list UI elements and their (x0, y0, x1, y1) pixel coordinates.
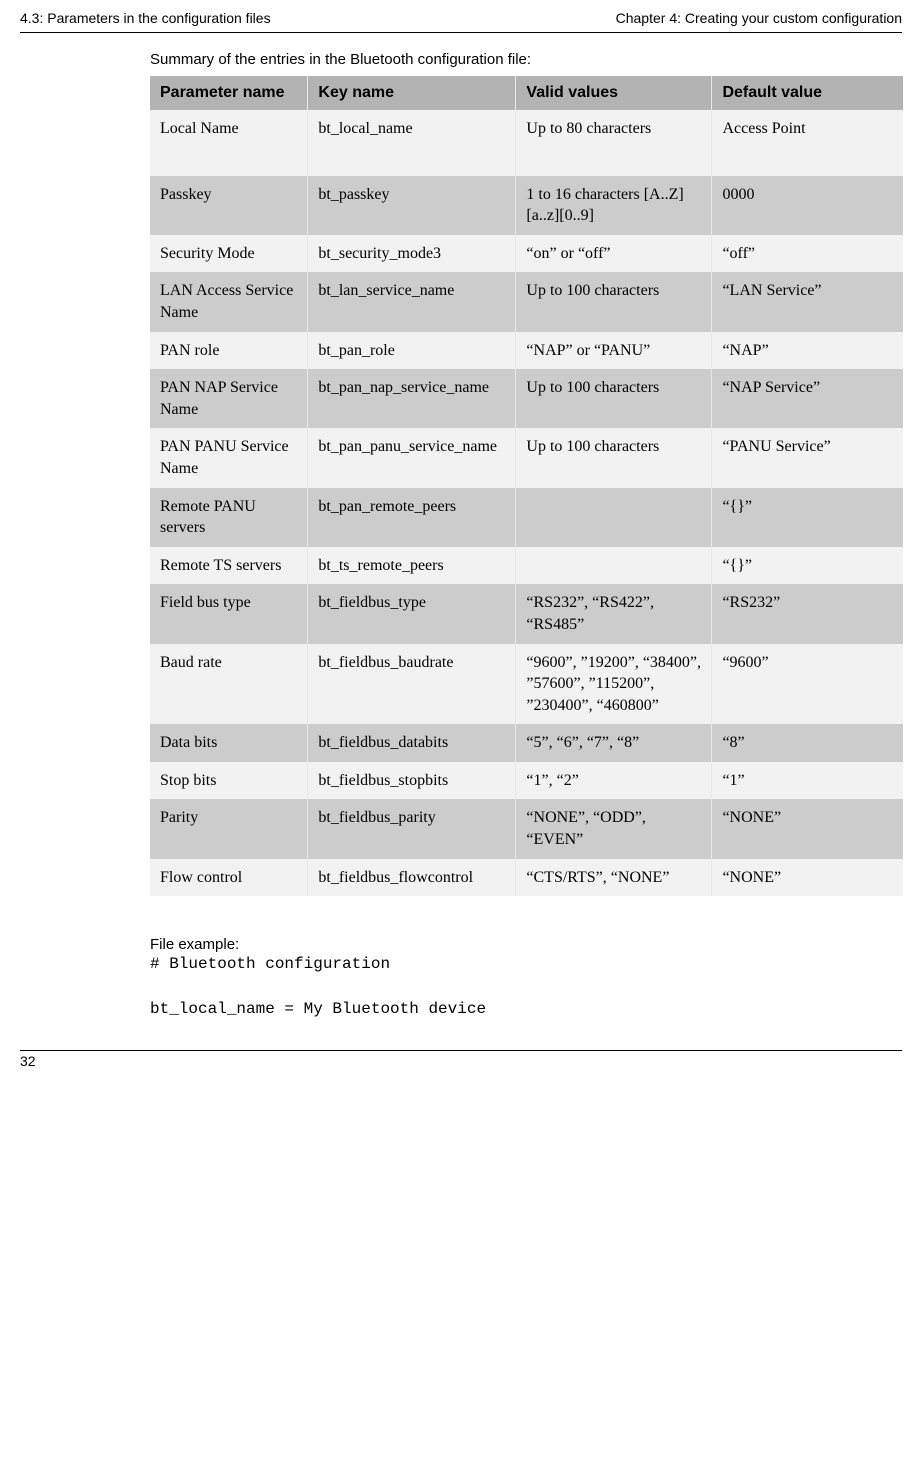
cell-parameter-name: Remote TS serv­ers (150, 547, 308, 585)
cell-key-name: bt_passkey (308, 176, 516, 235)
cell-parameter-name: PAN NAP Ser­vice Name (150, 369, 308, 428)
cell-parameter-name: PAN PANU Ser­vice Name (150, 428, 308, 487)
code-block: # Bluetooth configuration bt_local_name … (150, 953, 902, 1020)
cell-valid-values (516, 547, 712, 585)
cell-parameter-name: Local Name (150, 110, 308, 176)
cell-valid-values: “CTS/RTS”, “NONE” (516, 859, 712, 897)
cell-key-name: bt_ts_remote_peers (308, 547, 516, 585)
cell-key-name: bt_security_mode3 (308, 235, 516, 273)
cell-key-name: bt_pan_nap_service_​name (308, 369, 516, 428)
cell-default-value: “8” (712, 724, 903, 762)
table-row: PAN rolebt_pan_role“NAP” or “PANU”“NAP” (150, 332, 903, 370)
cell-valid-values: “5”, “6”, “7”, “8” (516, 724, 712, 762)
cell-parameter-name: Stop bits (150, 762, 308, 800)
cell-key-name: bt_pan_panu_service​_name (308, 428, 516, 487)
config-params-table: Parameter name Key name Valid values Def… (150, 76, 903, 896)
cell-key-name: bt_local_name (308, 110, 516, 176)
cell-parameter-name: PAN role (150, 332, 308, 370)
table-row: LAN Access Service Namebt_lan_service_na… (150, 272, 903, 331)
cell-parameter-name: Flow control (150, 859, 308, 897)
page-number: 32 (20, 1053, 36, 1069)
cell-default-value: “1” (712, 762, 903, 800)
cell-default-value: 0000 (712, 176, 903, 235)
cell-key-name: bt_fieldbus_parity (308, 799, 516, 858)
table-row: Data bitsbt_fieldbus_databits“5”, “6”, “… (150, 724, 903, 762)
cell-key-name: bt_pan_remote_peers (308, 488, 516, 547)
table-row: Paritybt_fieldbus_parity“NONE”, “ODD”, “… (150, 799, 903, 858)
summary-text: Summary of the entries in the Bluetooth … (150, 51, 902, 68)
table-row: PAN NAP Ser­vice Namebt_pan_nap_service_… (150, 369, 903, 428)
page-header: 4.3: Parameters in the configuration fil… (20, 10, 902, 33)
page-footer: 32 (20, 1050, 902, 1069)
cell-valid-values: “9600”, ”19200”, “38400”, ”57600”, ”1152… (516, 644, 712, 725)
column-header-parameter-name: Parameter name (150, 76, 308, 110)
cell-valid-values: Up to 100 charac­ters (516, 428, 712, 487)
table-row: Flow controlbt_fieldbus_flowcont​rol“CTS… (150, 859, 903, 897)
cell-default-value: “NONE” (712, 859, 903, 897)
cell-valid-values: “1”, “2” (516, 762, 712, 800)
cell-key-name: bt_lan_service_name (308, 272, 516, 331)
cell-key-name: bt_pan_role (308, 332, 516, 370)
cell-valid-values: “NAP” or “PANU” (516, 332, 712, 370)
cell-valid-values (516, 488, 712, 547)
cell-key-name: bt_fieldbus_baudrate (308, 644, 516, 725)
table-row: Baud ratebt_fieldbus_baudrate“9600”, ”19… (150, 644, 903, 725)
cell-parameter-name: Field bus type (150, 584, 308, 643)
cell-parameter-name: Baud rate (150, 644, 308, 725)
cell-valid-values: “NONE”, “ODD”, “EVEN” (516, 799, 712, 858)
cell-key-name: bt_fieldbus_type (308, 584, 516, 643)
table-row: Passkeybt_passkey1 to 16 characters [A..… (150, 176, 903, 235)
header-left: 4.3: Parameters in the configuration fil… (20, 10, 271, 26)
cell-default-value: “NAP Service” (712, 369, 903, 428)
cell-parameter-name: Passkey (150, 176, 308, 235)
table-row: PAN PANU Ser­vice Namebt_pan_panu_servic… (150, 428, 903, 487)
cell-default-value: “LAN Service” (712, 272, 903, 331)
cell-default-value: “{}” (712, 547, 903, 585)
cell-valid-values: “on” or “off” (516, 235, 712, 273)
table-row: Security Modebt_security_mode3“on” or “o… (150, 235, 903, 273)
column-header-valid-values: Valid values (516, 76, 712, 110)
table-row: Field bus typebt_fieldbus_type“RS232”, “… (150, 584, 903, 643)
cell-parameter-name: Security Mode (150, 235, 308, 273)
cell-key-name: bt_fieldbus_flowcont​rol (308, 859, 516, 897)
cell-parameter-name: Data bits (150, 724, 308, 762)
cell-default-value: Access Point (712, 110, 903, 176)
cell-key-name: bt_fieldbus_databits (308, 724, 516, 762)
cell-valid-values: Up to 100 charac­ters (516, 369, 712, 428)
cell-valid-values: Up to 100 charac­ters (516, 272, 712, 331)
table-row: Remote TS serv­ersbt_ts_remote_peers “{}” (150, 547, 903, 585)
cell-parameter-name: LAN Access Service Name (150, 272, 308, 331)
cell-parameter-name: Parity (150, 799, 308, 858)
cell-default-value: “off” (712, 235, 903, 273)
cell-valid-values: “RS232”, “RS422”, “RS485” (516, 584, 712, 643)
column-header-default-value: Default value (712, 76, 903, 110)
table-row: Remote PANU serversbt_pan_remote_peers “{… (150, 488, 903, 547)
cell-default-value: “NONE” (712, 799, 903, 858)
cell-default-value: “NAP” (712, 332, 903, 370)
cell-default-value: “RS232” (712, 584, 903, 643)
table-header-row: Parameter name Key name Valid values Def… (150, 76, 903, 110)
column-header-key-name: Key name (308, 76, 516, 110)
header-right: Chapter 4: Creating your custom configur… (616, 10, 902, 26)
cell-valid-values: Up to 80 characters (516, 110, 712, 176)
cell-key-name: bt_fieldbus_stopbits (308, 762, 516, 800)
table-row: Stop bitsbt_fieldbus_stopbits“1”, “2”“1” (150, 762, 903, 800)
cell-default-value: “{}” (712, 488, 903, 547)
cell-valid-values: 1 to 16 characters [A..Z][a..z][0..9] (516, 176, 712, 235)
table-row: Local Namebt_local_nameUp to 80 characte… (150, 110, 903, 176)
cell-default-value: “9600” (712, 644, 903, 725)
cell-default-value: “PANU Service” (712, 428, 903, 487)
cell-parameter-name: Remote PANU servers (150, 488, 308, 547)
file-example-label: File example: (150, 936, 902, 953)
